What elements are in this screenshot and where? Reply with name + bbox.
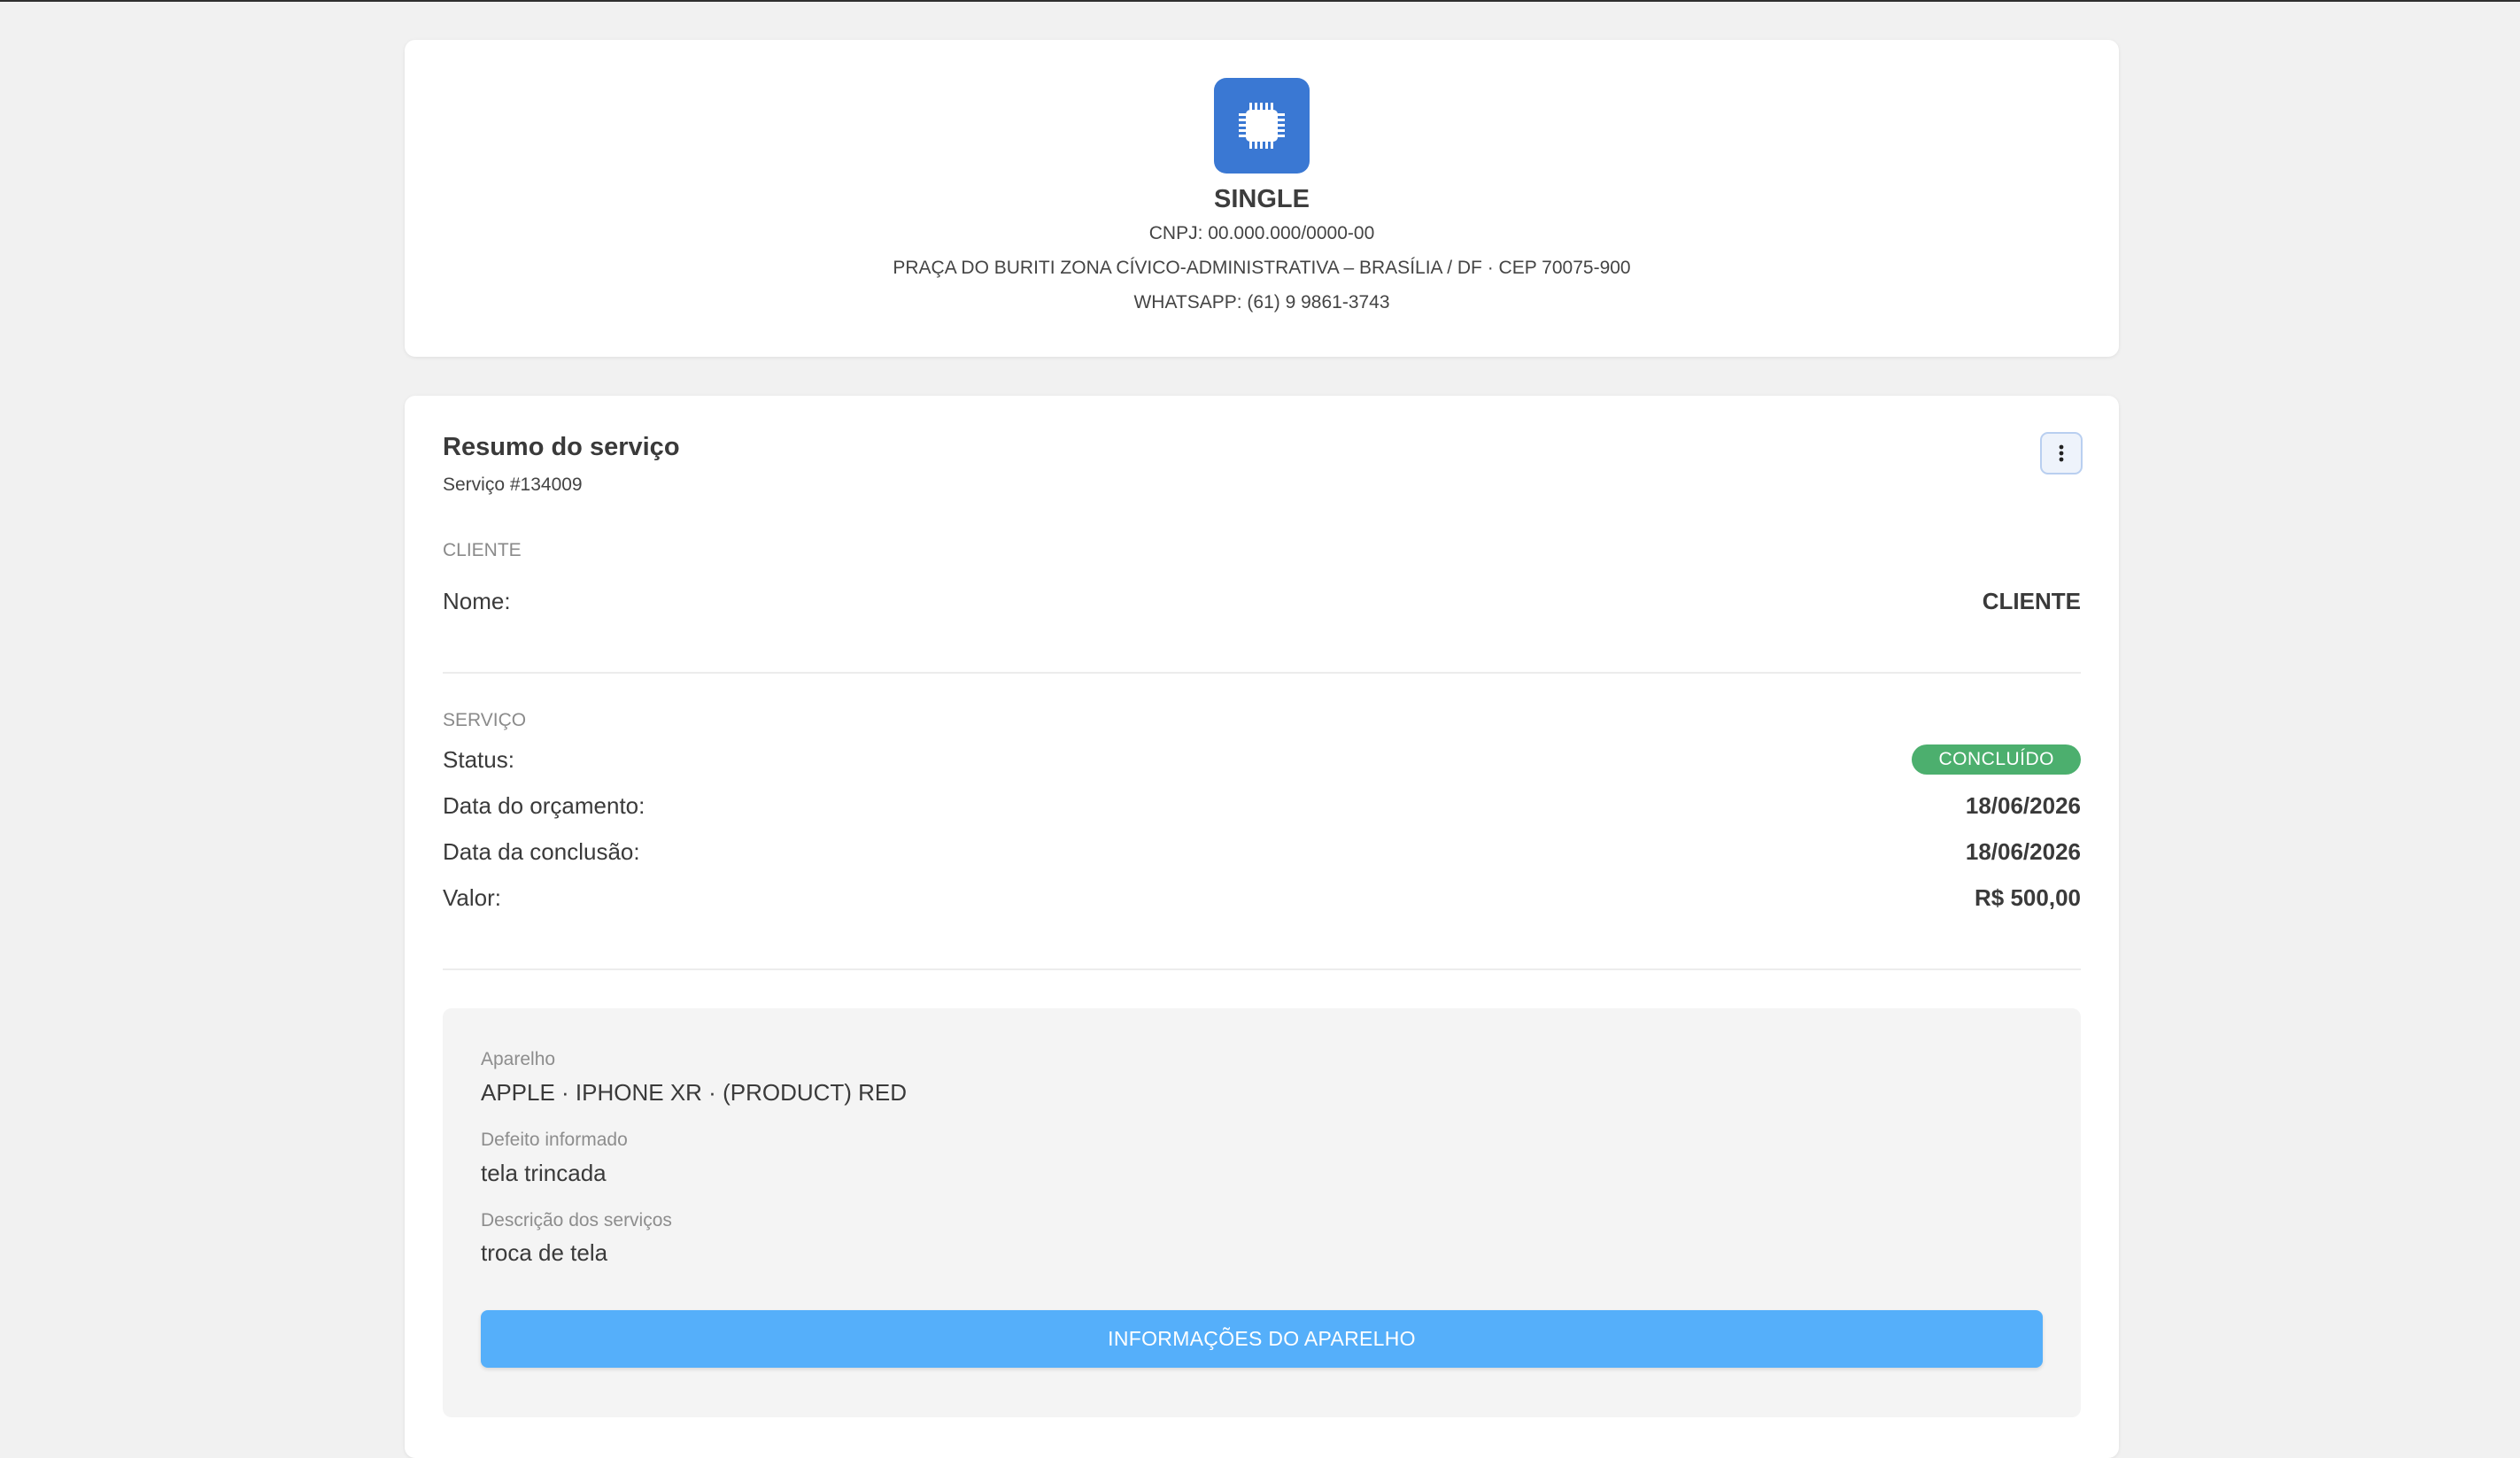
page-container: SINGLE CNPJ: 00.000.000/0000-00 PRAÇA DO… [405, 40, 2119, 1458]
completion-date-value: 18/06/2026 [1965, 837, 2081, 865]
client-name-label: Nome: [443, 587, 511, 614]
company-address: PRAÇA DO BURITI ZONA CÍVICO-ADMINISTRATI… [893, 258, 1631, 278]
more-vertical-icon [2059, 444, 2064, 462]
section-divider [443, 968, 2081, 970]
service-summary-card: Resumo do serviço Serviço #134009 CLIENT… [405, 396, 2119, 1458]
service-section-label: SERVIÇO [443, 710, 527, 730]
budget-date-row: Data do orçamento: 18/06/2026 [443, 788, 2081, 823]
company-cnpj: CNPJ: 00.000.000/0000-00 [1148, 223, 1375, 243]
defect-label: Defeito informado [481, 1130, 628, 1150]
device-value: APPLE · IPHONE XR · (PRODUCT) RED [481, 1079, 908, 1106]
budget-date-value: 18/06/2026 [1965, 791, 2081, 819]
top-border [0, 0, 2520, 2]
company-name: SINGLE [1214, 185, 1310, 213]
company-header-card: SINGLE CNPJ: 00.000.000/0000-00 PRAÇA DO… [405, 40, 2119, 357]
service-number: Serviço #134009 [443, 474, 583, 495]
status-badge: CONCLUÍDO [1912, 744, 2081, 775]
client-name-value: CLIENTE [1982, 587, 2081, 614]
services-description-value: troca de tela [481, 1239, 608, 1266]
status-row: Status: CONCLUÍDO [443, 742, 2081, 777]
device-label: Aparelho [481, 1049, 556, 1069]
status-label: Status: [443, 745, 514, 773]
services-description-label: Descrição dos serviços [481, 1210, 672, 1230]
completion-date-label: Data da conclusão: [443, 837, 640, 865]
company-whatsapp: WHATSAPP: (61) 9 9861-3743 [1133, 292, 1390, 312]
client-section-label: CLIENTE [443, 540, 522, 560]
company-logo [1214, 78, 1310, 174]
value-row: Valor: R$ 500,00 [443, 880, 2081, 915]
value-label: Valor: [443, 883, 501, 911]
more-options-button[interactable] [2040, 432, 2083, 474]
value-amount: R$ 500,00 [1975, 883, 2081, 911]
device-info-button[interactable]: INFORMAÇÕES DO APARELHO [481, 1310, 2043, 1368]
defect-value: tela trincada [481, 1160, 607, 1186]
summary-title: Resumo do serviço [443, 433, 680, 461]
section-divider [443, 672, 2081, 674]
budget-date-label: Data do orçamento: [443, 791, 645, 819]
client-name-row: Nome: CLIENTE [443, 583, 2081, 619]
chip-icon [1239, 103, 1285, 149]
completion-date-row: Data da conclusão: 18/06/2026 [443, 834, 2081, 869]
device-details-panel: Aparelho APPLE · IPHONE XR · (PRODUCT) R… [443, 1008, 2081, 1417]
